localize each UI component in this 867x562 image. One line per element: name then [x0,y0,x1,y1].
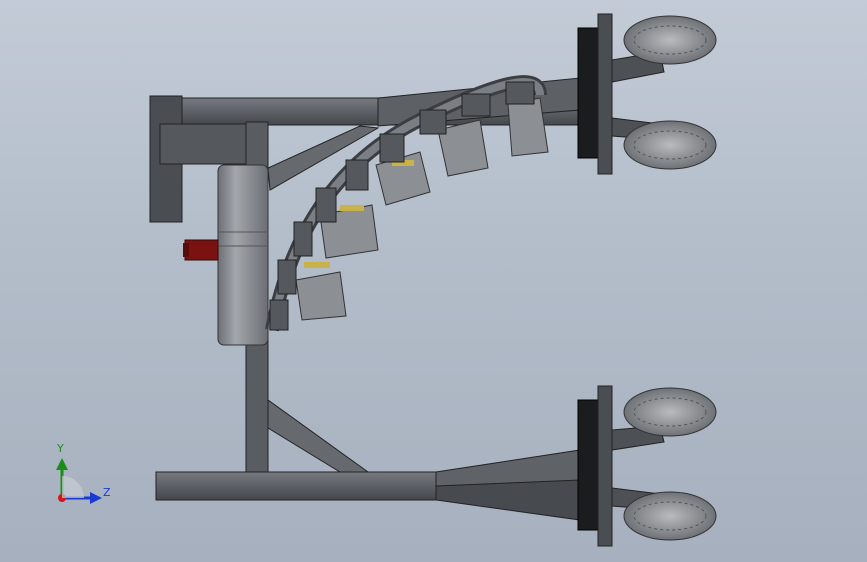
z-axis-label: Z [103,486,111,499]
drum-housing[interactable] [217,164,269,346]
wheel-tire[interactable] [623,15,717,65]
cad-viewport[interactable]: Y Z [0,0,867,562]
wheel-tire[interactable] [623,120,717,170]
upper-wheel-assembly[interactable] [577,13,717,175]
lower-wheel-assembly[interactable] [577,385,717,547]
y-axis-arrow [56,458,68,470]
wheel-tire[interactable] [623,387,717,437]
track-bracket[interactable] [295,262,347,321]
triad-plane [62,476,84,498]
axis-triad [56,458,102,504]
assembly-model[interactable] [0,0,867,562]
wheel-tire[interactable] [623,491,717,541]
y-axis-label: Y [57,442,64,455]
z-axis-arrow [90,492,102,504]
drive-shaft[interactable] [183,239,219,261]
